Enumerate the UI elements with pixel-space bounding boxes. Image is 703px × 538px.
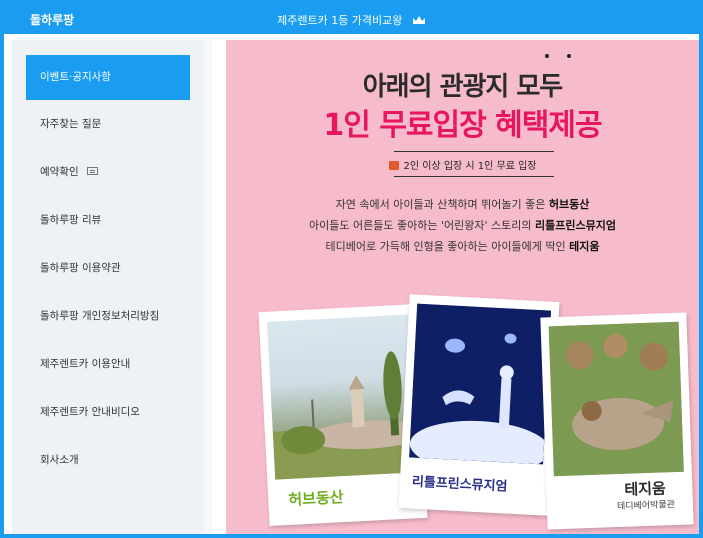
- sidebar-item-about[interactable]: 회사소개: [26, 438, 190, 483]
- photo-sublabel: 테디베어박물관: [616, 500, 676, 513]
- sidebar-item-reviews[interactable]: 돌하루팡 리뷰: [26, 198, 190, 243]
- sidebar-item-reservation-check[interactable]: 예약확인: [26, 150, 190, 195]
- photo-teddy-bear-museum: 테지움 테디베어박물관: [540, 312, 694, 530]
- sidebar-item-faq[interactable]: 자주찾는 질문: [26, 102, 190, 147]
- promo-badge: 2인 이상 입장 시 1인 무료 입장: [226, 157, 699, 172]
- tagline-text: 제주렌트카 1등 가격비교왕: [277, 14, 403, 27]
- tagline: 제주렌트카 1등 가격비교왕: [4, 12, 699, 29]
- sidebar: 이벤트·공지사항 자주찾는 질문 예약확인 돌하루팡 리뷰 돌하루팡 이용약관 …: [12, 40, 212, 534]
- promo-description-line: 아이들도 어른들도 좋아하는 '어린왕자' 스토리의 리틀프린스뮤지엄: [309, 219, 616, 232]
- promo-subheadline: 1인 무료입장 혜택제공: [323, 108, 602, 143]
- promo-description-line: 테디베어로 가득해 인형을 좋아하는 아이들에게 딱인 테지움: [325, 240, 600, 253]
- divider: [394, 176, 554, 177]
- sidebar-item-rental-guide[interactable]: 제주렌트카 이용안내: [26, 342, 190, 387]
- teddy-bear-image: [548, 321, 684, 477]
- emphasis-dot: [567, 54, 571, 58]
- photo-label: 테지움: [624, 479, 667, 499]
- promo-banner: 아래의 관광지 모두 1인 무료입장 혜택제공 2인 이상 입장 시 1인 무료…: [226, 40, 699, 534]
- photo-label: 리틀프린스뮤지엄: [411, 474, 508, 495]
- little-prince-image: [409, 303, 552, 465]
- sidebar-item-events[interactable]: 이벤트·공지사항: [26, 55, 190, 100]
- top-bar: 돌하루팡 제주렌트카 1등 가격비교왕: [4, 4, 699, 34]
- promo-description-line: 자연 속에서 아이들과 산책하며 뛰어놀기 좋은 허브동산: [335, 198, 590, 211]
- app-window: 돌하루팡 제주렌트카 1등 가격비교왕 이벤트·공지사항 자주찾는 질문 예약확…: [0, 0, 703, 538]
- sidebar-item-terms[interactable]: 돌하루팡 이용약관: [26, 246, 190, 291]
- photo-label: 허브동산: [287, 488, 344, 509]
- crown-icon: [412, 15, 426, 29]
- sidebar-item-rental-video[interactable]: 제주렌트카 안내비디오: [26, 390, 190, 435]
- promo-headline: 아래의 관광지 모두: [362, 72, 563, 102]
- document-icon: [86, 167, 98, 175]
- sidebar-item-privacy[interactable]: 돌하루팡 개인정보처리방침: [26, 294, 190, 339]
- page-body: 이벤트·공지사항 자주찾는 질문 예약확인 돌하루팡 리뷰 돌하루팡 이용약관 …: [4, 34, 699, 534]
- gift-icon: [388, 161, 399, 170]
- emphasis-dot: [545, 54, 549, 58]
- herb-garden-image: [267, 314, 418, 480]
- divider: [394, 151, 554, 152]
- photo-little-prince-museum: 리틀프린스뮤지엄: [398, 294, 560, 516]
